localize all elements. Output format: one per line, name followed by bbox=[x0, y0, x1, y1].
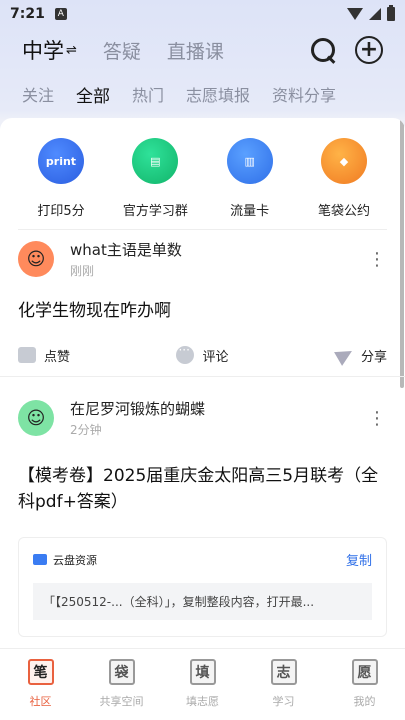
post-actions: 点赞 评论 分享 bbox=[18, 334, 387, 376]
sim-card-icon: ▥ bbox=[226, 138, 273, 184]
post-text[interactable]: 【模考卷】2025届重庆金太阳高三5月联考（全科pdf+答案） bbox=[18, 463, 387, 515]
chat-group-icon: ▤ bbox=[132, 138, 179, 184]
avatar[interactable]: ☺ bbox=[18, 400, 54, 436]
thumbs-up-icon bbox=[18, 347, 36, 363]
quick-action-label: 官方学习群 bbox=[122, 204, 188, 219]
school-level-switcher[interactable]: 中学 ⇌ bbox=[22, 35, 77, 65]
share-icon bbox=[334, 344, 356, 366]
nav-label: 共享空间 bbox=[99, 695, 144, 708]
nav-label: 我的 bbox=[353, 695, 376, 708]
tab-qa[interactable]: 答疑 bbox=[103, 37, 141, 64]
status-icons bbox=[347, 5, 395, 21]
nav-shared-space[interactable]: 袋 共享空间 bbox=[81, 649, 162, 720]
tab-all[interactable]: 全部 bbox=[76, 82, 110, 107]
post-item[interactable]: ☺ 在尼罗河锻炼的蝴蝶 2分钟 ⋮ 【模考卷】2025届重庆金太阳高三5月联考（… bbox=[0, 377, 405, 637]
more-options-icon[interactable]: ⋮ bbox=[367, 408, 387, 429]
tab-volunteer[interactable]: 志愿填报 bbox=[186, 82, 250, 106]
nav-label: 社区 bbox=[29, 695, 52, 708]
comment-icon bbox=[176, 343, 195, 364]
quick-actions: print 打印5分 ▤ 官方学习群 ▥ 流量卡 ◆ 笔袋公约 bbox=[18, 118, 387, 230]
post-username[interactable]: what主语是单数 bbox=[70, 239, 182, 260]
signal-icon bbox=[369, 8, 381, 20]
post-text[interactable]: 化学生物现在咋办啊 bbox=[18, 298, 387, 324]
battery-icon bbox=[387, 5, 395, 21]
quick-action-label: 流量卡 bbox=[230, 204, 270, 219]
quick-action-label: 打印5分 bbox=[37, 204, 85, 219]
printer-icon: print bbox=[38, 138, 84, 184]
comment-label: 评论 bbox=[202, 349, 229, 365]
like-label: 点赞 bbox=[44, 349, 71, 365]
bottom-nav: 笔 社区 袋 共享空间 填 填志愿 志 学习 愿 我的 bbox=[0, 648, 405, 720]
resource-title: 云盘资源 bbox=[53, 553, 97, 567]
swap-icon: ⇌ bbox=[66, 42, 77, 58]
search-icon[interactable] bbox=[309, 36, 337, 64]
comment-button[interactable]: 评论 bbox=[141, 343, 264, 365]
shared-space-icon: 袋 bbox=[108, 659, 135, 685]
status-bar: 7:21 A bbox=[0, 0, 405, 28]
post-username[interactable]: 在尼罗河锻炼的蝴蝶 bbox=[70, 398, 205, 419]
volunteer-icon: 填 bbox=[189, 659, 216, 685]
nav-study[interactable]: 志 学习 bbox=[243, 649, 324, 720]
profile-icon: 愿 bbox=[351, 659, 378, 685]
tab-following[interactable]: 关注 bbox=[22, 82, 54, 106]
post-time: 2分钟 bbox=[70, 423, 102, 437]
clock: 7:21 bbox=[10, 6, 45, 22]
nav-label: 填志愿 bbox=[186, 695, 219, 708]
post-item[interactable]: ☺ what主语是单数 刚刚 ⋮ 化学生物现在咋办啊 点赞 评论 分享 bbox=[0, 230, 405, 377]
nav-community[interactable]: 笔 社区 bbox=[0, 649, 81, 720]
like-button[interactable]: 点赞 bbox=[18, 346, 141, 365]
quick-action-sim[interactable]: ▥ 流量卡 bbox=[207, 138, 293, 229]
share-label: 分享 bbox=[360, 349, 387, 365]
tab-hot[interactable]: 热门 bbox=[132, 82, 164, 106]
feed-tabs: 关注 全部 热门 志愿填报 资料分享 bbox=[0, 78, 405, 110]
wifi-icon bbox=[347, 8, 363, 20]
quick-action-bag[interactable]: ◆ 笔袋公约 bbox=[301, 138, 387, 229]
feed-content[interactable]: print 打印5分 ▤ 官方学习群 ▥ 流量卡 ◆ 笔袋公约 ☺ what主语… bbox=[0, 118, 405, 648]
cloud-resource-card[interactable]: 云盘资源 复制 「【250512-...（全科）」，复制整段内容，打开最... bbox=[18, 537, 387, 637]
avatar[interactable]: ☺ bbox=[18, 241, 54, 277]
nav-label: 学习 bbox=[272, 695, 295, 708]
study-icon: 志 bbox=[270, 659, 297, 685]
quick-action-print[interactable]: print 打印5分 bbox=[18, 138, 104, 229]
post-time: 刚刚 bbox=[70, 264, 95, 278]
quick-action-label: 笔袋公约 bbox=[317, 204, 370, 219]
resource-text[interactable]: 「【250512-...（全科）」，复制整段内容，打开最... bbox=[33, 583, 372, 620]
nav-profile[interactable]: 愿 我的 bbox=[324, 649, 405, 720]
add-icon[interactable]: + bbox=[355, 36, 383, 64]
quick-action-group[interactable]: ▤ 官方学习群 bbox=[112, 138, 198, 229]
tab-resources[interactable]: 资料分享 bbox=[272, 82, 336, 106]
school-level-label: 中学 bbox=[22, 39, 64, 63]
pencil-bag-icon: ◆ bbox=[320, 138, 367, 184]
community-icon: 笔 bbox=[27, 659, 54, 685]
cloud-drive-icon bbox=[33, 554, 47, 565]
tab-live-class[interactable]: 直播课 bbox=[167, 37, 224, 64]
top-header: 中学 ⇌ 答疑 直播课 + bbox=[0, 28, 405, 72]
more-options-icon[interactable]: ⋮ bbox=[367, 249, 387, 270]
copy-button[interactable]: 复制 bbox=[346, 550, 372, 569]
nav-volunteer[interactable]: 填 填志愿 bbox=[162, 649, 243, 720]
share-button[interactable]: 分享 bbox=[264, 344, 387, 366]
notification-icon: A bbox=[54, 8, 67, 20]
